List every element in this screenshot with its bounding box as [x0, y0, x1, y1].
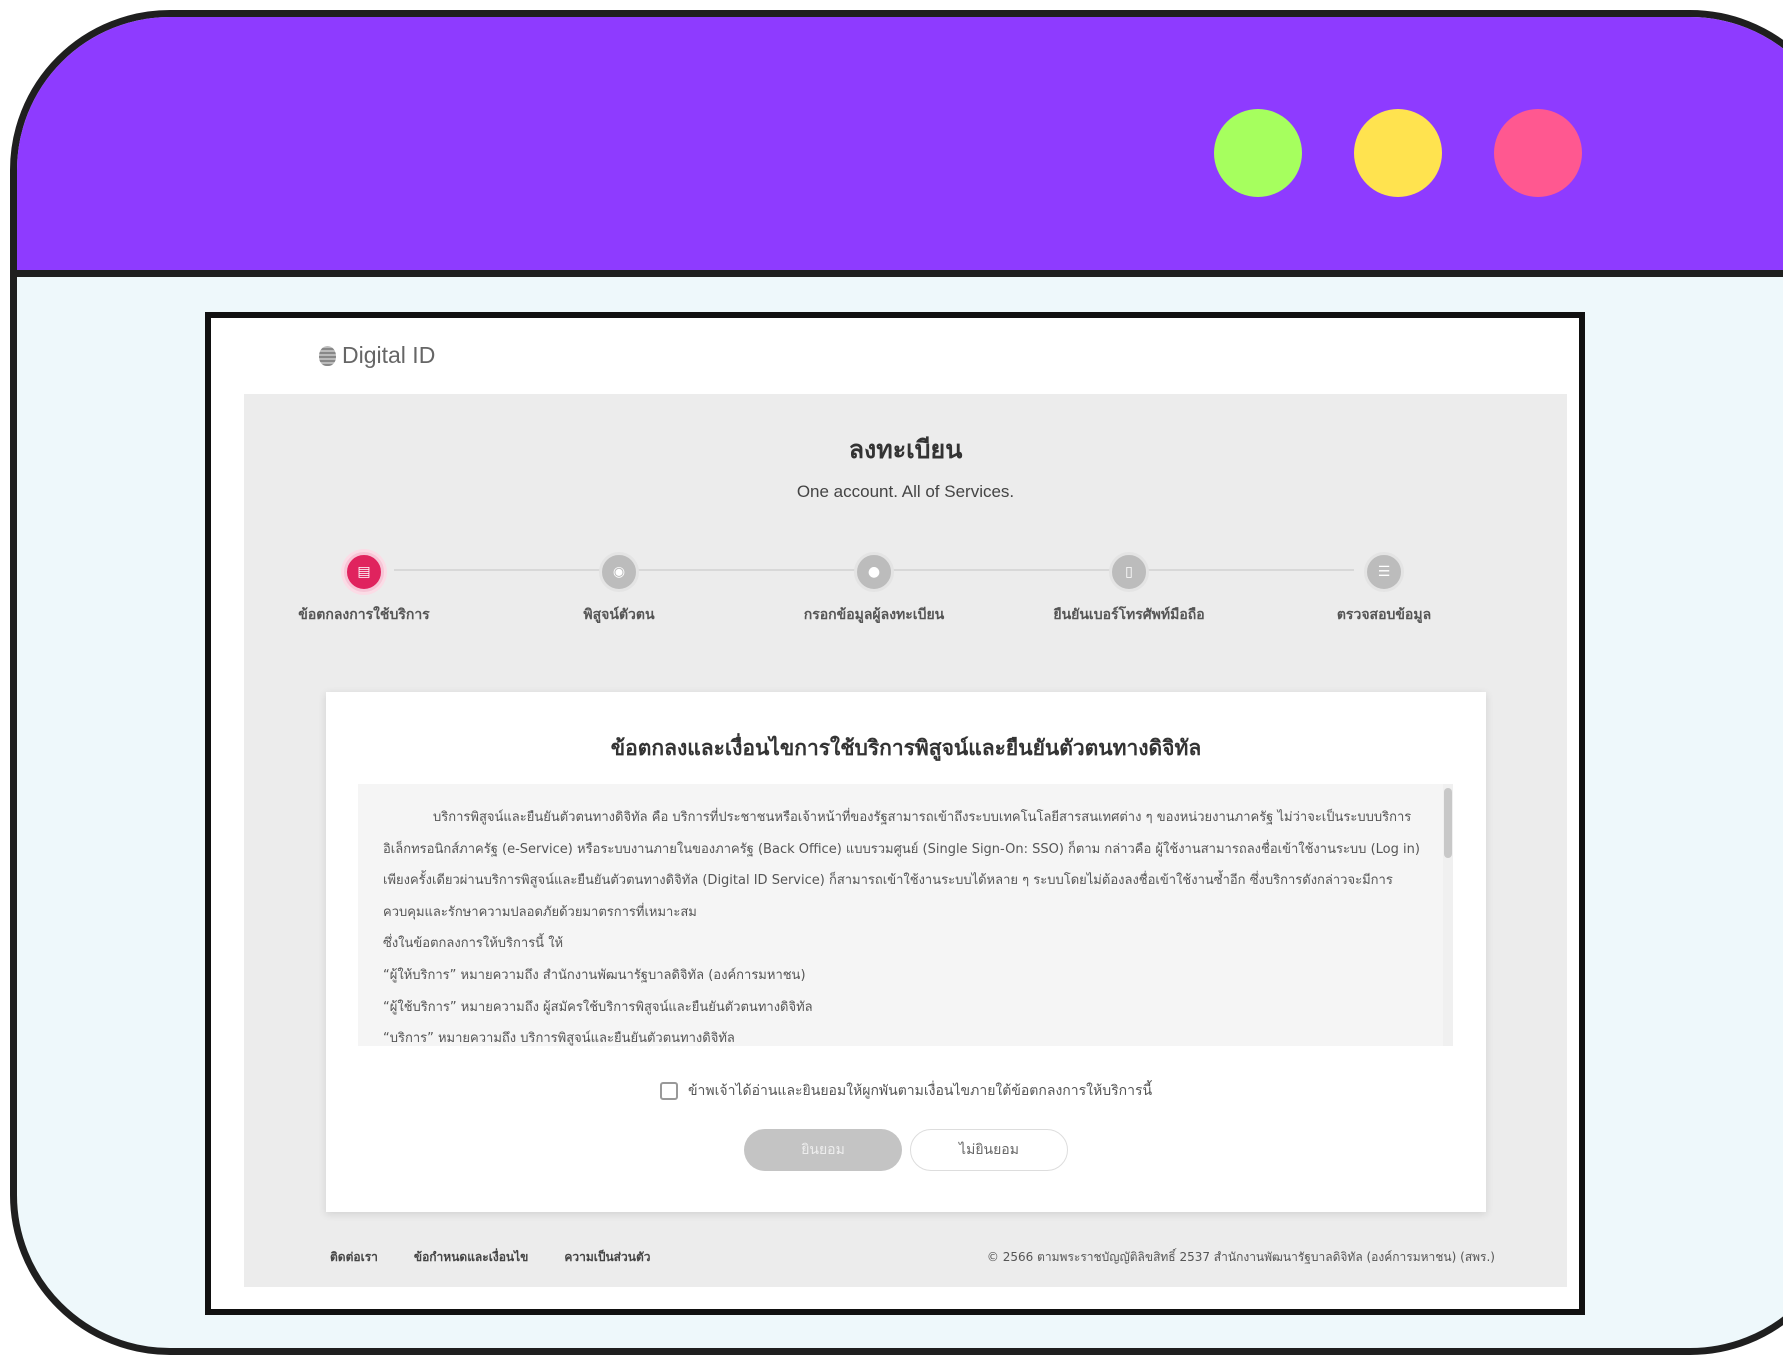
user-icon: ●: [854, 552, 894, 592]
button-row: ยินยอม ไม่ยินยอม: [326, 1129, 1486, 1171]
agree-checkbox[interactable]: [659, 1082, 678, 1100]
footer: ติดต่อเรา ข้อกำหนดและเงื่อนไข ความเป็นส่…: [244, 1248, 1567, 1268]
terms-scroll-area[interactable]: บริการพิสูจน์และยืนยันตัวตนทางดิจิทัล คื…: [358, 784, 1453, 1046]
step-phone: ▯ ยืนยันเบอร์โทรศัพท์มือถือ: [1029, 550, 1229, 626]
checklist-icon: ☰: [1364, 552, 1404, 592]
step-user-info: ● กรอกข้อมูลผู้ลงทะเบียน: [774, 550, 974, 626]
document-icon: ▤: [344, 552, 384, 592]
registration-stepper: ▤ ข้อตกลงการใช้บริการ ◉ พิสูจน์ตัวตน ● ก…: [298, 550, 1431, 630]
step-identity: ◉ พิสูจน์ตัวตน: [519, 550, 719, 626]
agree-label[interactable]: ข้าพเจ้าได้อ่านและยินยอมให้ผูกพันตามเงื่…: [688, 1080, 1152, 1102]
registration-panel: ลงทะเบียน One account. All of Services. …: [244, 394, 1567, 1287]
copyright-text: © 2566 ตามพระราชบัญญัติลิขสิทธิ์ 2537 สำ…: [986, 1250, 1495, 1264]
decline-button[interactable]: ไม่ยินยอม: [910, 1129, 1068, 1171]
footer-link-terms[interactable]: ข้อกำหนดและเงื่อนไข: [414, 1248, 528, 1267]
digital-id-logo[interactable]: Digital ID: [319, 342, 435, 369]
fingerprint-icon: ◉: [599, 552, 639, 592]
terms-scrollbar[interactable]: [1443, 784, 1453, 1046]
page-subtitle: One account. All of Services.: [796, 482, 1015, 501]
terms-line: ซึ่งในข้อตกลงการให้บริการนี้ ให้: [383, 936, 564, 952]
terms-text: บริการพิสูจน์และยืนยันตัวตนทางดิจิทัล คื…: [358, 784, 1453, 1046]
footer-link-contact[interactable]: ติดต่อเรา: [330, 1248, 378, 1267]
step-review: ☰ ตรวจสอบข้อมูล: [1284, 550, 1484, 626]
step-label: ยืนยันเบอร์โทรศัพท์มือถือ: [1053, 607, 1205, 623]
scrollbar-thumb[interactable]: [1444, 788, 1452, 858]
step-label: กรอกข้อมูลผู้ลงทะเบียน: [803, 607, 945, 623]
terms-line: “ผู้ใช้บริการ” หมายความถึง ผู้สมัครใช้บร…: [383, 999, 813, 1015]
page-title: ลงทะเบียน: [848, 435, 963, 464]
footer-links: ติดต่อเรา ข้อกำหนดและเงื่อนไข ความเป็นส่…: [330, 1248, 650, 1267]
terms-line: “ผู้ให้บริการ” หมายความถึง สำนักงานพัฒนา…: [383, 967, 806, 983]
terms-title: ข้อตกลงและเงื่อนไขการใช้บริการพิสูจน์และ…: [610, 736, 1202, 760]
logo-text: Digital ID: [342, 342, 436, 368]
step-label: ข้อตกลงการใช้บริการ: [298, 607, 430, 623]
window-dot-green[interactable]: [1214, 109, 1302, 197]
step-label: ตรวจสอบข้อมูล: [1336, 607, 1432, 623]
fingerprint-icon: [319, 345, 336, 366]
terms-paragraph: บริการพิสูจน์และยืนยันตัวตนทางดิจิทัล คื…: [383, 810, 1420, 920]
terms-card: ข้อตกลงและเงื่อนไขการใช้บริการพิสูจน์และ…: [326, 692, 1486, 1212]
window-titlebar: [17, 17, 1783, 277]
mobile-icon: ▯: [1109, 552, 1149, 592]
footer-link-privacy[interactable]: ความเป็นส่วนตัว: [564, 1248, 650, 1267]
step-terms: ▤ ข้อตกลงการใช้บริการ: [264, 550, 464, 626]
terms-line: “บริการ” หมายความถึง บริการพิสูจน์และยืน…: [383, 1031, 735, 1046]
page-screenshot-frame: Digital ID ลงทะเบียน One account. All of…: [205, 312, 1585, 1315]
step-label: พิสูจน์ตัวตน: [583, 607, 655, 623]
accept-button[interactable]: ยินยอม: [744, 1129, 902, 1171]
window-dot-red[interactable]: [1494, 109, 1582, 197]
agree-row: ข้าพเจ้าได้อ่านและยินยอมให้ผูกพันตามเงื่…: [326, 1080, 1486, 1102]
window-dot-yellow[interactable]: [1354, 109, 1442, 197]
